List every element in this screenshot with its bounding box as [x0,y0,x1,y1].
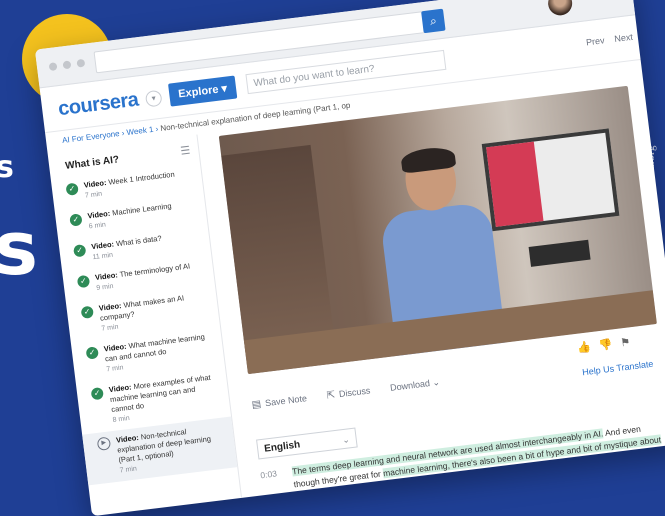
thumbs-down-icon[interactable]: 👎 [598,338,613,353]
breadcrumb-week[interactable]: Week 1 [126,125,154,137]
flag-icon[interactable]: ⚑ [620,335,631,349]
item-type: Video: [83,178,107,190]
discuss-icon: ⇱ [326,389,336,402]
lesson-navigation: Prev Next [585,32,633,48]
outline-menu-icon[interactable]: ☰ [180,144,191,158]
coursera-logo[interactable]: coursera [57,89,140,122]
completed-check-icon: ✓ [85,346,99,360]
item-type: Video: [94,270,119,283]
play-icon: ▶ [96,436,112,451]
thumbs-up-icon[interactable]: 👍 [577,340,592,355]
save-note-label: Save Note [264,393,308,409]
close-window-dot[interactable] [48,62,58,72]
completed-check-icon: ✓ [90,386,104,401]
chevron-down-icon[interactable]: ▾ [144,89,163,108]
maximize-window-dot[interactable] [76,58,86,68]
completed-check-icon: ✓ [73,244,87,258]
download-label: Download [389,378,431,393]
lecture-main: 👍 👎 ⚑ ▤ Save Note ⇱ Discuss Download ⌄ Hel… [208,81,665,515]
help-translate-link[interactable]: Help Us Translate [582,359,654,378]
transcript-language-select[interactable]: English ⌄ [256,427,358,460]
lecture-actions: ▤ Save Note ⇱ Discuss Download ⌄ [251,377,440,411]
transcript-timestamp[interactable]: 0:03 [260,467,278,482]
save-note-button[interactable]: ▤ Save Note [251,393,307,411]
prev-button[interactable]: Prev [585,35,605,47]
minimize-window-dot[interactable] [62,60,72,70]
item-type: Video: [90,239,115,252]
background-letter-small: s [0,150,14,185]
account-menu-caret-icon[interactable]: ⌄ [614,0,624,2]
window-controls [48,58,86,72]
discuss-label: Discuss [338,385,371,400]
completed-check-icon: ✓ [65,182,79,196]
discuss-button[interactable]: ⇱ Discuss [326,385,371,401]
course-outline-sidebar: What is AI? ☰ ✓ Video: Week 1 Introducti… [47,134,243,516]
video-background-screen [481,128,620,232]
language-value: English [263,439,301,455]
next-button[interactable]: Next [614,32,634,44]
video-bookshelf [221,144,335,355]
chevron-down-icon: ⌄ [341,434,351,446]
browser-window: ⌕ ⌄ coursera ▾ Explore ▾ What do you wan… [34,0,665,516]
explore-button[interactable]: Explore ▾ [168,75,238,107]
background-letter-large: s [0,206,39,292]
video-player[interactable] [218,85,657,375]
completed-check-icon: ✓ [80,305,94,319]
video-laptop [528,239,591,267]
chevron-down-icon: ⌄ [431,376,441,388]
completed-check-icon: ✓ [69,213,83,227]
tilted-browser-mockup: ⌕ ⌄ coursera ▾ Explore ▾ What do you wan… [30,0,665,516]
breadcrumb-course[interactable]: AI For Everyone [62,129,120,145]
item-type: Video: [86,208,111,221]
download-button[interactable]: Download ⌄ [390,377,441,394]
user-avatar[interactable] [546,0,574,17]
completed-check-icon: ✓ [76,274,91,289]
search-icon[interactable]: ⌕ [421,8,446,34]
feedback-icons: 👍 👎 ⚑ [577,335,631,354]
note-icon: ▤ [251,398,262,411]
